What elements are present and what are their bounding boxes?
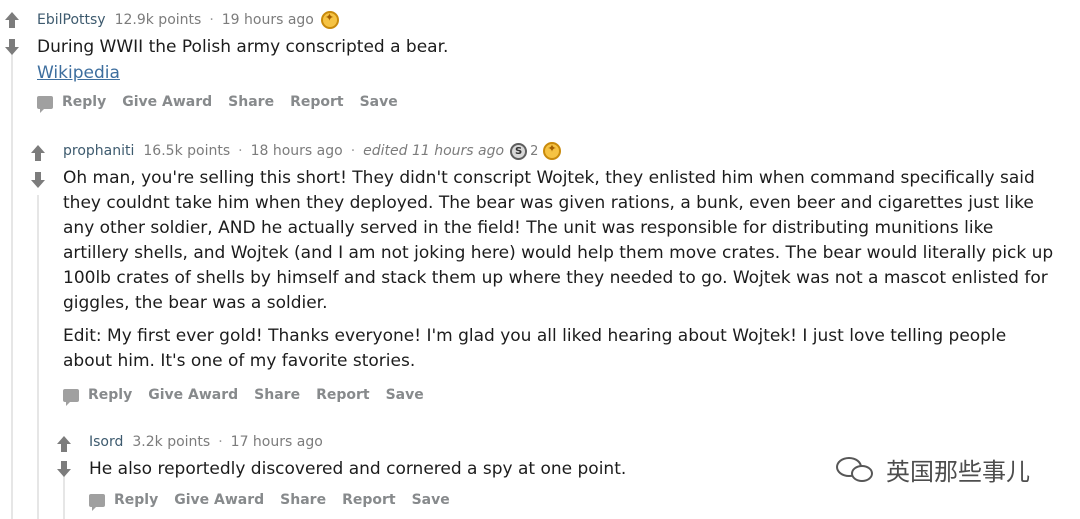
reply-button[interactable]: Reply bbox=[88, 387, 132, 403]
arrow-down-icon[interactable] bbox=[3, 38, 21, 56]
comment-bubble-icon[interactable] bbox=[89, 493, 105, 511]
share-button[interactable]: Share bbox=[228, 94, 274, 110]
meta-separator: · bbox=[218, 434, 223, 450]
comment-body: Oh man, you're selling this short! They … bbox=[63, 166, 1058, 382]
comment-meta: EbilPottsy 12.9k points · 19 hours ago bbox=[37, 11, 339, 29]
arrow-up-icon[interactable] bbox=[3, 12, 21, 30]
thread-line-level-1[interactable] bbox=[11, 40, 13, 519]
comment-paragraph: During WWII the Polish army conscripted … bbox=[37, 37, 449, 57]
gold-award-icon[interactable] bbox=[543, 142, 562, 160]
comment-author[interactable]: Isord bbox=[89, 434, 123, 450]
vote-controls bbox=[3, 12, 21, 56]
comment-points: 3.2k points bbox=[132, 434, 211, 450]
comment-meta: Isord 3.2k points · 17 hours ago bbox=[89, 434, 323, 450]
give-award-button[interactable]: Give Award bbox=[122, 94, 212, 110]
meta-separator: · bbox=[350, 143, 356, 159]
share-button[interactable]: Share bbox=[280, 492, 326, 508]
edited-time: edited 11 hours ago bbox=[363, 143, 505, 159]
watermark: 英国那些事儿 bbox=[836, 452, 1030, 487]
comment-body: He also reportedly discovered and corner… bbox=[89, 457, 809, 490]
comment-time[interactable]: 19 hours ago bbox=[222, 12, 314, 28]
thread-line-level-2[interactable] bbox=[37, 195, 39, 519]
award-count: 2 bbox=[530, 143, 539, 159]
gold-award-icon[interactable] bbox=[320, 11, 339, 29]
comment-actions: Reply Give Award Share Report Save bbox=[63, 387, 440, 406]
comment-time[interactable]: 18 hours ago bbox=[251, 143, 343, 159]
comment-actions: Reply Give Award Share Report Save bbox=[37, 94, 414, 113]
arrow-down-icon[interactable] bbox=[55, 460, 73, 478]
comment-meta: prophaniti 16.5k points · 18 hours ago ·… bbox=[63, 142, 562, 160]
comment-bubble-icon[interactable] bbox=[63, 388, 79, 406]
comment-author[interactable]: EbilPottsy bbox=[37, 12, 106, 28]
comment-time[interactable]: 17 hours ago bbox=[231, 434, 323, 450]
arrow-down-icon[interactable] bbox=[29, 171, 47, 189]
silver-award-icon[interactable]: S bbox=[510, 142, 528, 160]
watermark-text: 英国那些事儿 bbox=[886, 458, 1030, 486]
arrow-up-icon[interactable] bbox=[55, 436, 73, 454]
arrow-up-icon[interactable] bbox=[29, 145, 47, 163]
vote-controls bbox=[29, 145, 47, 189]
wikipedia-link[interactable]: Wikipedia bbox=[37, 63, 120, 83]
report-button[interactable]: Report bbox=[290, 94, 344, 110]
comment-paragraph: He also reportedly discovered and corner… bbox=[89, 459, 627, 479]
save-button[interactable]: Save bbox=[360, 94, 398, 110]
meta-separator: · bbox=[238, 143, 243, 159]
save-button[interactable]: Save bbox=[412, 492, 450, 508]
comment-points: 12.9k points bbox=[114, 12, 202, 28]
reply-button[interactable]: Reply bbox=[114, 492, 158, 508]
give-award-button[interactable]: Give Award bbox=[148, 387, 238, 403]
report-button[interactable]: Report bbox=[316, 387, 370, 403]
comment-body: During WWII the Polish army conscripted … bbox=[37, 35, 1037, 86]
meta-separator: · bbox=[209, 12, 214, 28]
comment-points: 16.5k points bbox=[143, 143, 231, 159]
wechat-icon bbox=[836, 455, 876, 485]
comment-paragraph: Edit: My first ever gold! Thanks everyon… bbox=[63, 326, 1007, 371]
comment-author[interactable]: prophaniti bbox=[63, 143, 134, 159]
comment-bubble-icon[interactable] bbox=[37, 95, 53, 113]
report-button[interactable]: Report bbox=[342, 492, 396, 508]
comment-actions: Reply Give Award Share Report Save bbox=[89, 492, 466, 511]
vote-controls bbox=[55, 436, 73, 478]
share-button[interactable]: Share bbox=[254, 387, 300, 403]
comment-paragraph: Oh man, you're selling this short! They … bbox=[63, 168, 1054, 313]
give-award-button[interactable]: Give Award bbox=[174, 492, 264, 508]
reply-button[interactable]: Reply bbox=[62, 94, 106, 110]
save-button[interactable]: Save bbox=[386, 387, 424, 403]
